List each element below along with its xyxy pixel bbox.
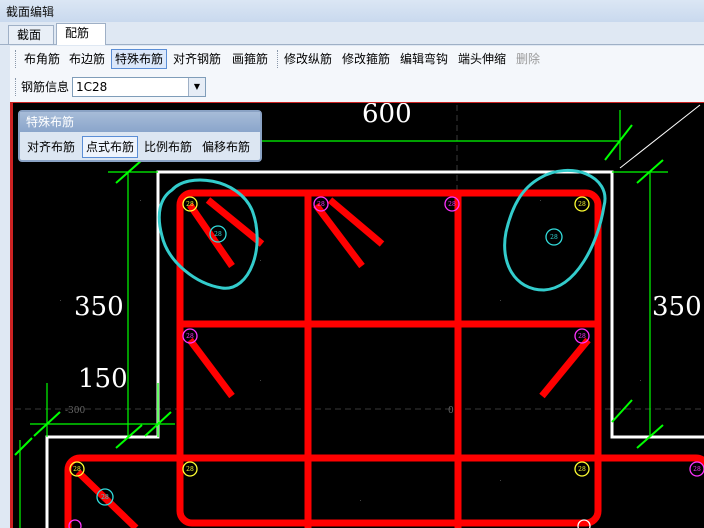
tab-rebar[interactable]: 配筋 xyxy=(56,23,106,45)
bar-size-text: 28 xyxy=(186,201,194,208)
special-rebar-button[interactable]: 特殊布筋 xyxy=(111,49,168,69)
bar-size-text: 28 xyxy=(101,494,109,501)
point-layout-button[interactable]: 点式布筋 xyxy=(82,136,139,158)
bar-size-text: 28 xyxy=(186,333,194,340)
corner-rebar-button[interactable]: 布角筋 xyxy=(21,49,63,69)
section-outline xyxy=(45,170,704,528)
dropdown-arrow-icon[interactable]: ▼ xyxy=(188,78,205,96)
rebar-marker[interactable]: 28 xyxy=(545,228,563,246)
bar-size-text: 28 xyxy=(186,466,194,473)
toolbar-grip[interactable] xyxy=(15,50,18,68)
toolbar-grip[interactable] xyxy=(15,78,18,96)
bar-size-text: 28 xyxy=(578,466,586,473)
bar-size-text: 28 xyxy=(317,201,325,208)
align-rebar-button[interactable]: 对齐钢筋 xyxy=(170,49,224,69)
grid-dots xyxy=(60,120,641,501)
rebar-info-value: 1C28 xyxy=(76,80,108,94)
bar-size-text: 28 xyxy=(693,466,701,473)
bar-size-text: 28 xyxy=(448,201,456,208)
draw-stirrup-button[interactable]: 画箍筋 xyxy=(229,49,271,69)
special-rebar-panel-title: 特殊布筋 xyxy=(20,112,260,132)
hook xyxy=(187,337,235,399)
edit-stirrup-button[interactable]: 修改箍筋 xyxy=(339,49,393,69)
dim-label-right: 350 xyxy=(652,292,702,322)
dimension-tick xyxy=(14,437,33,456)
bar-size-text: 28 xyxy=(578,201,586,208)
rebar-info-toolbar: 钢筋信息 1C28 ▼ xyxy=(10,72,704,102)
rebar-info-select[interactable]: 1C28 ▼ xyxy=(72,77,206,97)
hook xyxy=(539,337,591,399)
axis-mark-left: -300 xyxy=(65,406,85,416)
rebar-marker[interactable]: 28 xyxy=(574,196,590,212)
offset-layout-button[interactable]: 偏移布筋 xyxy=(199,136,253,158)
edit-hook-button[interactable]: 编辑弯钩 xyxy=(397,49,451,69)
tab-bar: 截面 配筋 xyxy=(0,22,704,45)
upper-stirrup xyxy=(176,189,602,527)
rebar-info-label: 钢筋信息 xyxy=(21,80,70,94)
rebar-marker[interactable]: 28 xyxy=(689,461,704,477)
ratio-layout-button[interactable]: 比例布筋 xyxy=(141,136,195,158)
toolbar-separator xyxy=(277,50,280,68)
dimension-tick xyxy=(611,399,633,423)
edge-rebar-button[interactable]: 布边筋 xyxy=(66,49,108,69)
rebar-marker[interactable]: 28 xyxy=(574,328,590,344)
hook xyxy=(313,202,365,269)
section-editor-window: 截面编辑 截面 配筋 布角筋 布边筋 特殊布筋 对齐钢筋 画箍筋 修改纵筋 修改… xyxy=(0,0,704,528)
title-bar: 截面编辑 xyxy=(0,0,704,23)
axis-mark-center: 0 xyxy=(448,406,454,416)
dim-label-left: 350 xyxy=(74,292,124,322)
window-title: 截面编辑 xyxy=(6,5,55,19)
bar-size-text: 28 xyxy=(578,333,586,340)
special-rebar-panel: 特殊布筋 对齐布筋 点式布筋 比例布筋 偏移布筋 xyxy=(18,110,262,162)
rebar-marker[interactable]: 28 xyxy=(574,461,590,477)
dim-label-top: 600 xyxy=(362,103,412,129)
rebar-marker[interactable]: 28 xyxy=(182,461,198,477)
rebar-toolbar: 布角筋 布边筋 特殊布筋 对齐钢筋 画箍筋 修改纵筋 修改箍筋 编辑弯钩 端头伸… xyxy=(10,46,704,72)
bar-size-text: 28 xyxy=(550,234,558,241)
drawing-canvas[interactable]: 600 350 350 150 0 -300 28 28 28 28 28 28… xyxy=(10,102,704,528)
delete-button[interactable]: 删除 xyxy=(513,49,543,69)
dimension-tick xyxy=(604,124,633,161)
tab-section[interactable]: 截面 xyxy=(8,25,54,44)
section-drawing[interactable]: 600 350 350 150 0 -300 28 28 28 28 28 28… xyxy=(13,103,704,528)
edit-long-rebar-button[interactable]: 修改纵筋 xyxy=(281,49,335,69)
lower-stirrup xyxy=(64,454,704,528)
bar-size-text: 28 xyxy=(214,231,222,238)
end-extend-button[interactable]: 端头伸缩 xyxy=(455,49,509,69)
dim-label-offset: 150 xyxy=(78,364,128,394)
highlight-circle-right xyxy=(503,168,607,292)
leader-line xyxy=(619,104,701,169)
align-layout-button[interactable]: 对齐布筋 xyxy=(24,136,78,158)
bar-size-text: 28 xyxy=(73,466,81,473)
